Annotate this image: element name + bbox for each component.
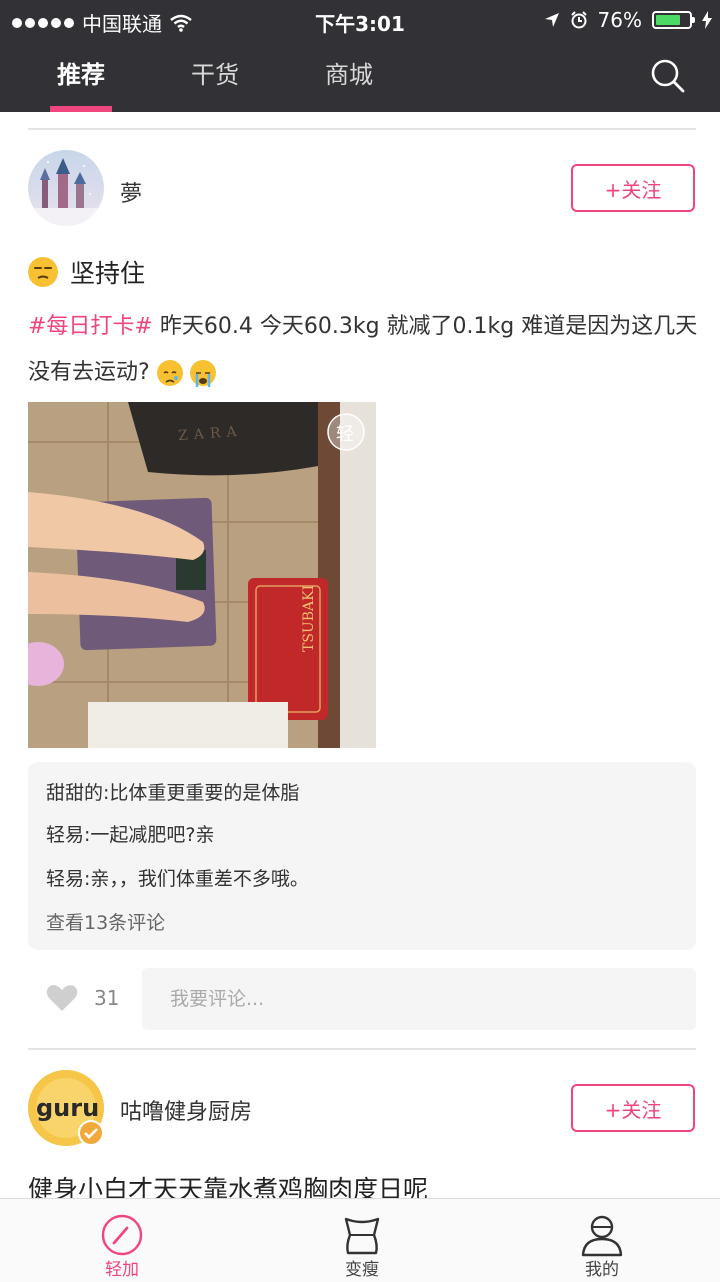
comments-panel: 甜甜的:比体重更重要的是体脂 轻易:一起减肥吧?亲 轻易:亲，，我们体重差不多哦… bbox=[28, 762, 696, 950]
tab-label: 推荐 bbox=[57, 61, 105, 89]
status-bar: 中国联通 下午3:01 76% bbox=[0, 0, 720, 40]
user-icon bbox=[581, 1215, 623, 1257]
bottom-tab-label: 变瘦 bbox=[345, 1260, 379, 1280]
author-name[interactable]: 夢 bbox=[120, 176, 142, 208]
status-right: 76% bbox=[544, 8, 712, 32]
avatar-image bbox=[28, 150, 104, 226]
hashtag-link[interactable]: #每日打卡# bbox=[28, 314, 153, 339]
follow-button[interactable]: +关注 bbox=[571, 164, 695, 212]
watermark-text: 轻 bbox=[336, 424, 354, 445]
bottom-tab-home[interactable]: 轻加 bbox=[62, 1199, 182, 1282]
post-photo[interactable]: ZARA TSUBAKI 轻 bbox=[28, 402, 376, 748]
author-avatar[interactable] bbox=[28, 150, 104, 226]
unamused-emoji-icon bbox=[28, 257, 58, 287]
avatar-text: guru bbox=[36, 1094, 99, 1122]
comment-input[interactable] bbox=[142, 968, 696, 1030]
follow-label: +关注 bbox=[604, 1097, 662, 1122]
divider bbox=[28, 128, 696, 130]
bottom-tab-label: 轻加 bbox=[105, 1260, 139, 1280]
alarm-icon bbox=[570, 11, 587, 29]
top-nav: 推荐 干货 商城 bbox=[0, 40, 720, 112]
follow-button[interactable]: +关注 bbox=[571, 1084, 695, 1132]
heart-icon[interactable] bbox=[46, 984, 78, 1012]
search-button[interactable] bbox=[650, 58, 686, 94]
divider bbox=[28, 1048, 696, 1050]
search-icon bbox=[651, 59, 685, 93]
post-body: #每日打卡# 昨天60.4 今天60.3kg 就减了0.1kg 难道是因为这几天… bbox=[28, 304, 700, 396]
tab-recommend[interactable]: 推荐 bbox=[50, 40, 112, 112]
post-title-text: 坚持住 bbox=[70, 259, 146, 288]
battery-percent: 76% bbox=[597, 8, 642, 32]
tab-dry-goods[interactable]: 干货 bbox=[184, 40, 246, 112]
charging-icon bbox=[702, 11, 712, 29]
photo-box-text: TSUBAKI bbox=[301, 585, 317, 652]
scale-waist-icon bbox=[344, 1217, 380, 1255]
location-arrow-icon bbox=[544, 13, 559, 27]
bottom-tab-bar: 轻加 变瘦 我的 bbox=[0, 1198, 720, 1282]
follow-label: +关注 bbox=[604, 177, 662, 202]
view-all-comments-link[interactable]: 查看13条评论 bbox=[46, 908, 165, 935]
active-tab-indicator bbox=[50, 106, 112, 112]
sobbing-emoji-icon bbox=[189, 360, 216, 387]
comment-item[interactable]: 轻易:一起减肥吧?亲 bbox=[46, 820, 215, 847]
post-title: 坚持住 bbox=[28, 254, 145, 290]
crying-emoji-icon bbox=[156, 360, 183, 386]
tab-mall[interactable]: 商城 bbox=[318, 40, 380, 112]
comment-item[interactable]: 轻易:亲，，我们体重差不多哦。 bbox=[46, 864, 309, 891]
gauge-icon bbox=[101, 1214, 143, 1256]
bottom-tab-me[interactable]: 我的 bbox=[542, 1199, 662, 1282]
tab-label: 商城 bbox=[325, 61, 373, 89]
scale-photo-image: ZARA TSUBAKI 轻 bbox=[28, 402, 376, 748]
verified-badge-icon bbox=[78, 1120, 104, 1146]
bottom-tab-label: 我的 bbox=[585, 1260, 619, 1280]
tab-label: 干货 bbox=[191, 61, 239, 89]
comment-item[interactable]: 甜甜的:比体重更重要的是体脂 bbox=[46, 778, 299, 805]
bottom-tab-slim[interactable]: 变瘦 bbox=[302, 1199, 422, 1282]
like-count: 31 bbox=[94, 986, 120, 1010]
battery-icon bbox=[652, 11, 695, 29]
author-name[interactable]: 咕噜健身厨房 bbox=[120, 1094, 252, 1126]
